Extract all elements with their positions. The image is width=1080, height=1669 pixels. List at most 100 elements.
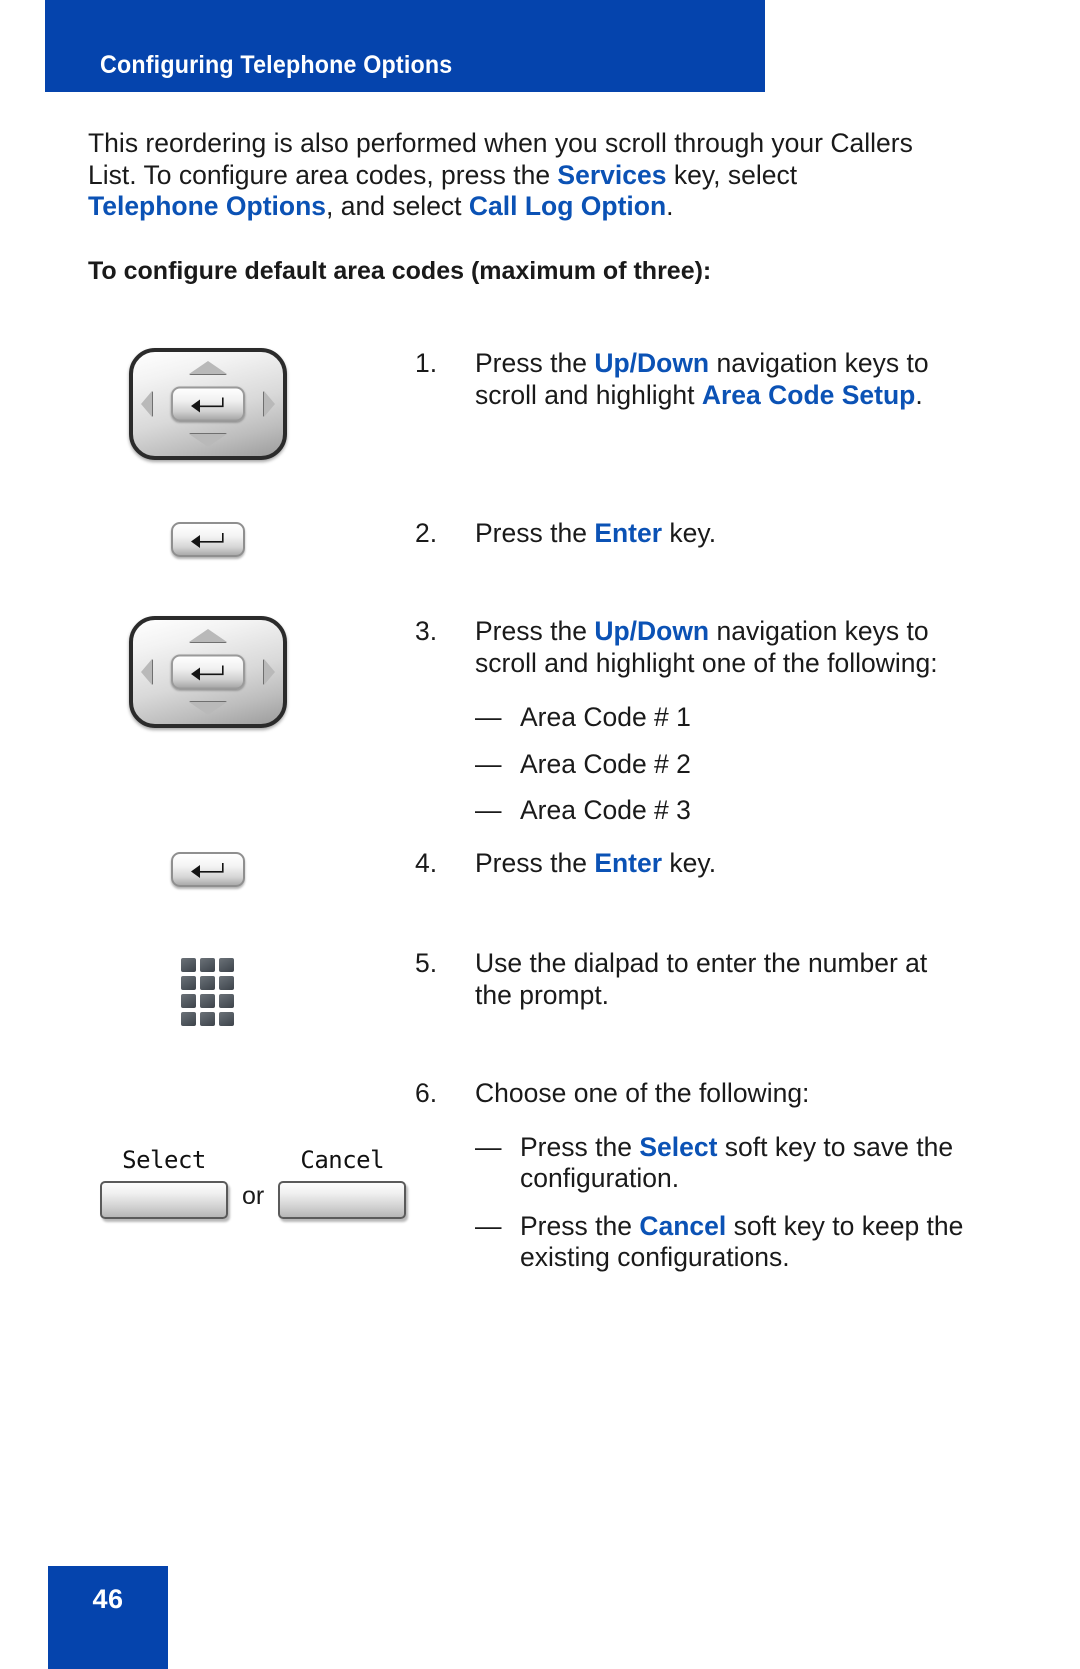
nav-down-arrow-icon[interactable]: [188, 702, 227, 715]
step-3-subitem-2-label: Area Code # 2: [520, 748, 691, 779]
step-6-subitem-1-pre: Press the: [520, 1131, 640, 1162]
step-1-body: 1. Press the Up/Down navigation keys to …: [415, 330, 1080, 411]
services-keyword: Services: [557, 159, 667, 190]
dialpad-key[interactable]: [181, 1012, 196, 1026]
select-soft-key-button[interactable]: [100, 1181, 228, 1219]
cancel-soft-key-group: Cancel: [278, 1146, 407, 1219]
step-2: 2. Press the Enter key.: [0, 500, 1080, 600]
dialpad-icon[interactable]: [181, 958, 234, 1026]
intro-text-part3: , and select: [326, 191, 469, 221]
nav-up-arrow-icon[interactable]: [188, 361, 227, 374]
step-1-number: 1.: [415, 348, 438, 378]
step-3-subitem-3: — Area Code # 3: [475, 795, 975, 827]
step-6-text: Choose one of the following:: [475, 1078, 810, 1108]
dialpad-key[interactable]: [219, 958, 234, 972]
nav-left-arrow-icon[interactable]: [140, 391, 152, 417]
call-log-option-keyword: Call Log Option: [468, 191, 667, 221]
step-3-subitem-3-label: Area Code # 3: [520, 795, 691, 825]
step-3-number: 3.: [415, 616, 438, 646]
telephone-options-keyword: Telephone Options: [88, 191, 327, 221]
intro-text-part2: key, select: [666, 159, 798, 190]
page-number: 46: [92, 1584, 124, 1614]
dialpad-key[interactable]: [181, 976, 196, 990]
step-1-keyword-updown: Up/Down: [594, 348, 710, 378]
soft-keys-illustration: Select or Cancel: [100, 1146, 430, 1219]
step-6-number: 6.: [415, 1078, 438, 1108]
or-separator-label: or: [242, 1182, 265, 1210]
step-4-icon-cell: [0, 830, 415, 887]
step-6-subitem-2-pre: Press the: [520, 1210, 640, 1241]
step-3-text-part1: Press the: [475, 616, 595, 646]
intro-text-part4: .: [666, 191, 674, 221]
step-4-text-part2: key.: [662, 848, 717, 878]
dialpad-key[interactable]: [200, 1012, 215, 1026]
nav-center-enter-button[interactable]: [170, 654, 245, 690]
return-arrow-icon: [190, 862, 224, 878]
step-6-body: 6. Choose one of the following: — Press …: [415, 1060, 1080, 1274]
step-1-icon-cell: [0, 330, 415, 460]
step-3-subitem-1: — Area Code # 1: [475, 702, 975, 734]
step-6-subitem-2: — Press the Cancel soft key to keep the …: [475, 1211, 975, 1274]
cancel-soft-key-label: Cancel: [300, 1146, 385, 1174]
step-1-text: Press the Up/Down navigation keys to scr…: [475, 330, 945, 411]
page-title: Configuring Telephone Options: [100, 51, 453, 79]
nav-up-arrow-icon[interactable]: [188, 629, 227, 642]
step-3-text: Press the Up/Down navigation keys to scr…: [475, 600, 945, 679]
step-1-keyword-areacodesetup: Area Code Setup: [701, 379, 916, 410]
step-6-subitem-1: — Press the Select soft key to save the …: [475, 1132, 975, 1195]
dialpad-key[interactable]: [181, 994, 196, 1008]
section-subheading: To configure default area codes (maximum…: [88, 257, 712, 285]
dialpad-key[interactable]: [219, 1012, 234, 1026]
return-arrow-icon: [190, 532, 224, 548]
page-number-block: 46: [48, 1566, 168, 1669]
nav-left-arrow-icon[interactable]: [140, 659, 152, 685]
step-2-number: 2.: [415, 518, 438, 548]
step-1: 1. Press the Up/Down navigation keys to …: [0, 330, 1080, 500]
enter-key-icon[interactable]: [170, 522, 245, 557]
dialpad-key[interactable]: [200, 958, 215, 972]
step-3-subitem-2: — Area Code # 2: [475, 749, 975, 781]
step-1-text-part1: Press the: [475, 348, 595, 378]
step-2-body: 2. Press the Enter key.: [415, 500, 1080, 550]
select-keyword: Select: [639, 1131, 718, 1162]
procedure-steps-list: 1. Press the Up/Down navigation keys to …: [0, 330, 1080, 1272]
step-6-subitem-2-text: Press the Cancel soft key to keep the ex…: [520, 1211, 975, 1274]
step-4-keyword-enter: Enter: [594, 848, 663, 878]
nav-right-arrow-icon[interactable]: [263, 659, 275, 685]
dialpad-key[interactable]: [200, 976, 215, 990]
return-arrow-icon: [190, 397, 224, 412]
enter-key-icon[interactable]: [170, 852, 245, 887]
step-4: 4. Press the Enter key.: [0, 830, 1080, 930]
em-dash-bullet-icon: —: [475, 702, 502, 732]
step-3-keyword-updown: Up/Down: [594, 616, 710, 646]
step-6-subitem-1-text: Press the Select soft key to save the co…: [520, 1132, 975, 1195]
select-soft-key-label: Select: [122, 1146, 206, 1174]
step-5: 5. Use the dialpad to enter the number a…: [0, 930, 1080, 1060]
step-5-icon-cell: [0, 930, 415, 1026]
dialpad-key[interactable]: [219, 994, 234, 1008]
step-4-text: Press the Enter key.: [475, 830, 945, 880]
step-2-text-part2: key.: [662, 518, 717, 548]
navigation-key-icon[interactable]: [128, 616, 287, 728]
em-dash-bullet-icon: —: [475, 795, 502, 825]
select-soft-key-group: Select: [100, 1146, 228, 1219]
step-2-keyword-enter: Enter: [594, 518, 663, 548]
navigation-key-icon[interactable]: [128, 348, 287, 460]
dialpad-key[interactable]: [200, 994, 215, 1008]
intro-paragraph: This reordering is also performed when y…: [88, 128, 933, 223]
step-2-text-part1: Press the: [475, 518, 595, 548]
step-5-number: 5.: [415, 948, 438, 978]
nav-down-arrow-icon[interactable]: [188, 434, 227, 447]
step-3-icon-cell: [0, 600, 415, 728]
dialpad-key[interactable]: [219, 976, 234, 990]
step-3-subitem-1-label: Area Code # 1: [520, 702, 691, 732]
step-5-body: 5. Use the dialpad to enter the number a…: [415, 930, 1080, 1011]
step-3: 3. Press the Up/Down navigation keys to …: [0, 600, 1080, 830]
cancel-soft-key-button[interactable]: [278, 1181, 407, 1219]
dialpad-key[interactable]: [181, 958, 196, 972]
nav-center-enter-button[interactable]: [170, 386, 245, 422]
nav-right-arrow-icon[interactable]: [263, 391, 275, 417]
step-2-icon-cell: [0, 500, 415, 557]
step-4-number: 4.: [415, 848, 438, 878]
cancel-keyword: Cancel: [639, 1210, 727, 1241]
